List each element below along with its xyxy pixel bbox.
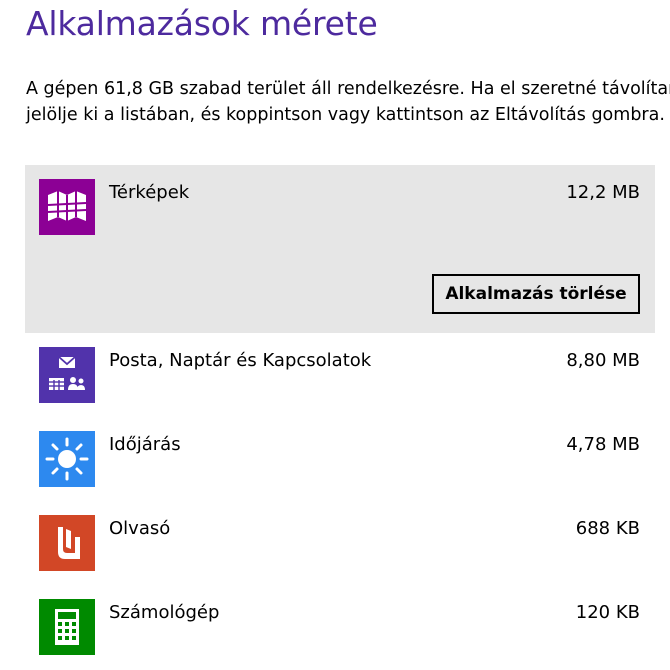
free-space-description: A gépen 61,8 GB szabad terület áll rende… [26, 76, 670, 128]
app-list: Térképek 12,2 MB Alkalmazás törlése Post… [25, 165, 655, 669]
app-name: Térképek [109, 182, 190, 203]
app-sizes-page: Alkalmazások mérete A gépen 61,8 GB szab… [0, 0, 670, 670]
app-row-maps[interactable]: Térképek 12,2 MB Alkalmazás törlése [25, 165, 655, 333]
description-line-1: A gépen 61,8 GB szabad terület áll rende… [26, 79, 670, 99]
page-title: Alkalmazások mérete [26, 4, 378, 43]
maps-icon [39, 179, 95, 235]
app-name: Olvasó [109, 518, 171, 539]
app-name: Időjárás [109, 434, 181, 455]
reader-icon [39, 515, 95, 571]
app-size: 688 KB [575, 518, 640, 539]
app-size: 4,78 MB [566, 434, 640, 455]
app-size: 8,80 MB [566, 350, 640, 371]
uninstall-app-button[interactable]: Alkalmazás törlése [432, 274, 640, 314]
app-size: 12,2 MB [566, 182, 640, 203]
app-size: 120 KB [575, 602, 640, 623]
app-row-weather[interactable]: Időjárás 4,78 MB [25, 417, 655, 501]
app-name: Posta, Naptár és Kapcsolatok [109, 350, 372, 371]
app-row-reader[interactable]: Olvasó 688 KB [25, 501, 655, 585]
weather-sun-icon [39, 431, 95, 487]
calculator-icon [39, 599, 95, 655]
app-row-calculator[interactable]: Számológép 120 KB [25, 585, 655, 669]
app-name: Számológép [109, 602, 220, 623]
description-line-2: jelölje ki a listában, és koppintson vag… [26, 105, 665, 125]
mail-calendar-people-icon [39, 347, 95, 403]
app-row-mail[interactable]: Posta, Naptár és Kapcsolatok 8,80 MB [25, 333, 655, 417]
